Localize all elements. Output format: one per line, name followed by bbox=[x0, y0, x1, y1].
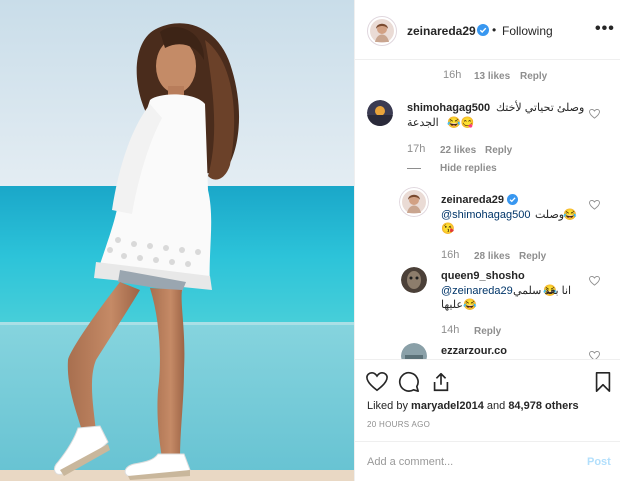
commenter-username[interactable]: shimohagag500 bbox=[407, 102, 490, 114]
more-options-icon[interactable]: ••• bbox=[595, 20, 615, 38]
comment-mention[interactable]: @shimohagag500 bbox=[441, 208, 530, 222]
heart-icon[interactable] bbox=[589, 351, 600, 359]
comment-text-line2: عليها bbox=[441, 299, 463, 311]
liked-count[interactable]: 84,978 others bbox=[508, 400, 578, 412]
following-button[interactable]: Following bbox=[502, 24, 553, 38]
comment-time: 14h bbox=[441, 324, 460, 336]
comment-icon[interactable] bbox=[398, 371, 420, 393]
heart-icon[interactable] bbox=[589, 276, 600, 286]
reply-button[interactable]: Reply bbox=[474, 326, 501, 337]
comment-time: 17h bbox=[407, 143, 426, 155]
heart-icon[interactable] bbox=[589, 109, 600, 119]
author-avatar[interactable] bbox=[367, 16, 397, 46]
post-photo[interactable] bbox=[0, 0, 354, 481]
comment-text: انا بعد سلمي bbox=[513, 285, 572, 297]
post-side-panel: zeinareda29 • Following ••• 16h 13 likes… bbox=[354, 0, 620, 481]
commenter-avatar[interactable] bbox=[367, 100, 393, 126]
separator-dot: • bbox=[492, 23, 497, 37]
liked-by-user[interactable]: maryadel2014 bbox=[411, 400, 484, 412]
post-header: zeinareda29 • Following ••• bbox=[355, 0, 620, 60]
comments-list[interactable]: 16h 13 likes Reply shimohagag500 وصلئ تح… bbox=[355, 61, 620, 359]
comment-emoji: 😂😋 bbox=[447, 117, 475, 129]
post-timestamp: 20 HOURS AGO bbox=[367, 420, 431, 429]
commenter-avatar[interactable] bbox=[401, 267, 427, 293]
hide-replies-line bbox=[407, 168, 421, 169]
comment-meta: 16h bbox=[443, 69, 461, 81]
comment-text: وصلئ تحياتي لأختك bbox=[496, 102, 585, 114]
commenter-username[interactable]: ezzarzour.co bbox=[441, 345, 507, 357]
reply-button[interactable]: Reply bbox=[519, 251, 546, 262]
comment-emoji-line2: 😘 bbox=[441, 223, 455, 235]
commenter-avatar[interactable] bbox=[401, 343, 427, 359]
reply-button[interactable]: Reply bbox=[485, 145, 512, 156]
comment-text: وصلت bbox=[535, 209, 565, 221]
comment-text-line2: الجدعة bbox=[407, 117, 439, 129]
author-username[interactable]: zeinareda29 bbox=[407, 24, 476, 38]
comment-likes[interactable]: 28 likes bbox=[474, 251, 510, 262]
like-heart-icon[interactable] bbox=[366, 371, 388, 393]
commenter-username[interactable]: zeinareda29 bbox=[441, 194, 504, 206]
share-icon[interactable] bbox=[430, 371, 452, 393]
comment-emoji: 😂 bbox=[563, 209, 577, 221]
comment-time: 16h bbox=[441, 249, 460, 261]
hide-replies-button[interactable]: Hide replies bbox=[440, 163, 497, 174]
comment-likes[interactable]: 13 likes bbox=[474, 71, 510, 82]
add-comment-input[interactable]: Add a comment... bbox=[367, 456, 453, 468]
add-comment-bar: Add a comment... Post bbox=[355, 441, 620, 481]
beach-photo-illustration bbox=[0, 0, 354, 481]
likes-summary[interactable]: Liked by maryadel2014 and 84,978 others bbox=[367, 400, 579, 412]
commenter-avatar[interactable] bbox=[399, 187, 429, 217]
verified-badge-icon bbox=[477, 24, 489, 36]
comment-likes[interactable]: 22 likes bbox=[440, 145, 476, 156]
commenter-username[interactable]: queen9_shosho bbox=[441, 270, 525, 282]
comment-mention[interactable]: @zeinareda29 bbox=[441, 284, 513, 298]
bookmark-icon[interactable] bbox=[592, 371, 614, 393]
verified-badge-icon bbox=[507, 194, 518, 205]
heart-icon[interactable] bbox=[589, 200, 600, 210]
reply-button[interactable]: Reply bbox=[520, 71, 547, 82]
comment-time: 16h bbox=[443, 69, 462, 81]
comment-emoji-line2: 😂 bbox=[463, 299, 477, 311]
post-comment-button[interactable]: Post bbox=[587, 456, 611, 468]
